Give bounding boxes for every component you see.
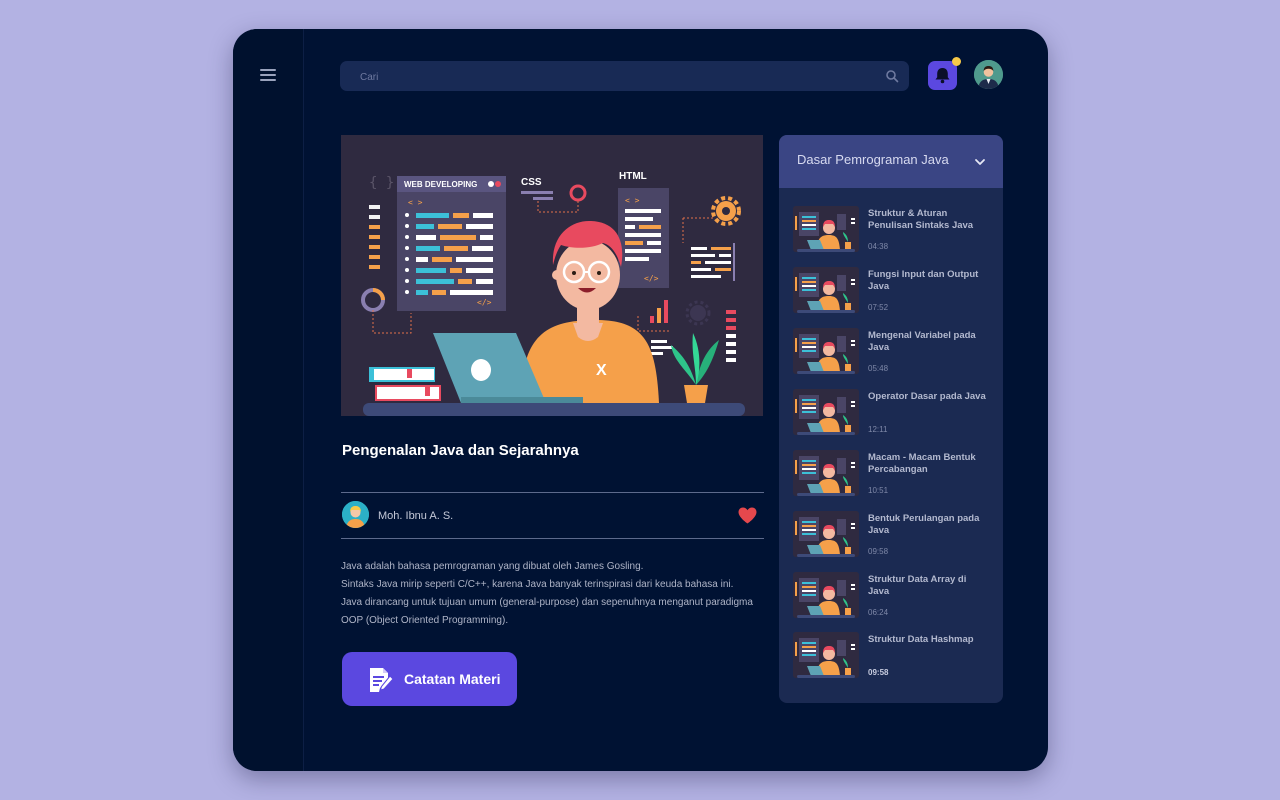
search-icon[interactable] [885,69,899,83]
notification-button[interactable] [928,57,961,90]
notes-button[interactable]: Catatan Materi [342,652,517,706]
description-line: Java dirancang untuk tujuan umum (genera… [341,597,753,626]
bell-icon [935,68,950,84]
playlist-item-thumbnail[interactable] [793,572,859,618]
app-window: { } WEB DEVELOPING < > </> CSS [233,29,1048,771]
playlist-item[interactable]: Bentuk Perulangan pada Java 09:58 [793,511,993,561]
playlist-header[interactable]: Dasar Pemrograman Java [779,135,1003,188]
lesson-description: Java adalah bahasa pemrograman yang dibu… [341,558,765,630]
playlist-item-thumbnail[interactable] [793,632,859,678]
search-input[interactable] [358,61,872,93]
svg-text:< >: < > [408,198,423,207]
playlist-item-duration: 07:52 [868,303,889,312]
hero-label-web: WEB DEVELOPING [404,180,477,189]
playlist-item-duration: 10:51 [868,486,889,495]
playlist-item-thumbnail[interactable] [793,511,859,557]
playlist-item-title: Bentuk Perulangan pada Java [868,513,980,536]
playlist-item-thumbnail[interactable] [793,450,859,496]
playlist-item-title: Struktur Data Array di Java [868,574,967,597]
author-name[interactable]: Moh. Ibnu A. S. [378,510,453,522]
playlist-item[interactable]: Macam - Macam Bentuk Percabangan 10:51 [793,450,993,500]
playlist-item-thumbnail[interactable] [793,206,859,252]
divider-bottom [341,538,764,539]
playlist-item-title: Struktur & Aturan Penulisan Sintaks Java [868,208,974,231]
svg-text:{ }: { } [369,175,394,191]
heart-icon[interactable] [738,507,757,524]
playlist-item-duration: 05:48 [868,364,889,373]
playlist-item-duration: 06:24 [868,608,889,617]
playlist-item[interactable]: Struktur & Aturan Penulisan Sintaks Java… [793,206,993,256]
playlist-item[interactable]: Fungsi Input dan Output Java 07:52 [793,267,993,317]
description-line: Sintaks Java mirip seperti C/C++, karena… [341,579,734,590]
svg-text:</>: </> [477,298,492,307]
svg-text:</>: </> [644,274,659,283]
playlist-item-title: Operator Dasar pada Java [868,391,986,402]
playlist-item-title: Struktur Data Hashmap [868,634,974,645]
lesson-title: Pengenalan Java dan Sejarahnya [342,442,579,459]
search-bar [340,61,909,93]
playlist-item[interactable]: Struktur Data Hashmap 09:58 [793,632,993,682]
playlist-item-thumbnail[interactable] [793,328,859,374]
lesson-video-thumbnail[interactable]: { } WEB DEVELOPING < > </> CSS HTML < > … [341,135,763,416]
svg-text:X: X [596,362,607,379]
playlist-panel: Dasar Pemrograman Java Struktur & Aturan… [779,135,1003,703]
playlist-item-title: Fungsi Input dan Output Java [868,269,979,292]
chevron-down-icon[interactable] [973,155,987,169]
divider-top [341,492,764,493]
hero-label-css: CSS [521,177,542,188]
sidebar [233,29,304,771]
playlist-item-duration: 04:38 [868,242,889,251]
notes-edit-icon [370,668,394,692]
menu-icon[interactable] [260,69,276,81]
playlist-item-duration: 09:58 [868,547,889,556]
svg-text:< >: < > [625,196,640,205]
notification-dot [952,57,961,66]
playlist-item-title: Mengenal Variabel pada Java [868,330,976,353]
playlist-title: Dasar Pemrograman Java [797,152,949,167]
playlist-item-thumbnail[interactable] [793,267,859,313]
playlist-item-title: Macam - Macam Bentuk Percabangan [868,452,976,475]
hero-label-html: HTML [619,171,647,182]
description-line: Java adalah bahasa pemrograman yang dibu… [341,561,644,572]
author-row: Moh. Ibnu A. S. [341,500,764,533]
playlist-item[interactable]: Mengenal Variabel pada Java 05:48 [793,328,993,378]
playlist-item-thumbnail[interactable] [793,389,859,435]
author-avatar[interactable] [342,501,369,528]
playlist-item-duration: 09:58 [868,668,889,677]
playlist-item-duration: 12:11 [868,425,888,434]
playlist-item[interactable]: Struktur Data Array di Java 06:24 [793,572,993,622]
playlist-item[interactable]: Operator Dasar pada Java 12:11 [793,389,993,439]
user-avatar[interactable] [974,60,1003,89]
notes-button-label: Catatan Materi [404,671,501,687]
